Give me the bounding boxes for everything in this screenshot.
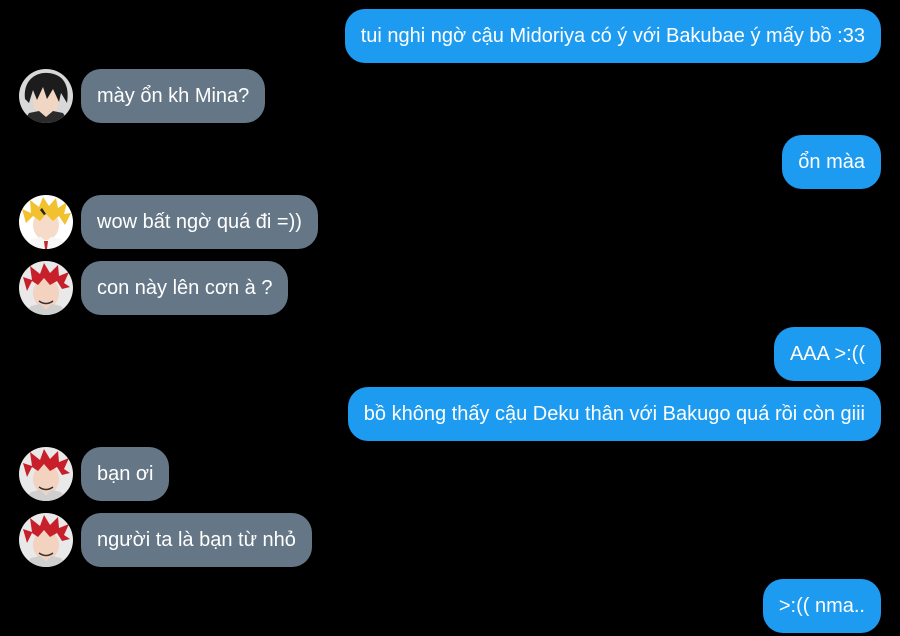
message-text: AAA >:(( — [789, 343, 865, 365]
message-text: ổn màa — [798, 151, 865, 173]
message-text: người ta là bạn từ nhỏ — [97, 529, 296, 551]
message-text: tui nghi ngờ cậu Midoriya có ý với Bakub… — [360, 25, 865, 47]
message-text: wow bất ngờ quá đi =)) — [97, 211, 302, 233]
red-hair-avatar[interactable] — [19, 261, 73, 315]
message-bubble-sent[interactable]: AAA >:(( — [773, 327, 881, 381]
message-text: bồ không thấy cậu Deku thân với Bakugo q… — [363, 403, 865, 425]
message-bubble-sent[interactable]: tui nghi ngờ cậu Midoriya có ý với Bakub… — [344, 9, 881, 63]
message-text: con này lên cơn à ? — [97, 277, 273, 299]
message-bubble-received[interactable]: mày ổn kh Mina? — [81, 69, 266, 123]
dark-hair-avatar[interactable] — [19, 69, 73, 123]
blonde-hair-avatar[interactable] — [19, 195, 73, 249]
message-bubble-received[interactable]: bạn ơi — [81, 447, 170, 501]
message-bubble-sent[interactable]: >:(( nma.. — [762, 579, 881, 633]
message-text: mày ổn kh Mina? — [97, 85, 250, 107]
message-text: >:(( nma.. — [778, 595, 865, 617]
red-hair-avatar[interactable] — [19, 513, 73, 567]
message-bubble-received[interactable]: wow bất ngờ quá đi =)) — [81, 195, 318, 249]
message-bubble-received[interactable]: người ta là bạn từ nhỏ — [81, 513, 312, 567]
message-text: bạn ơi — [97, 463, 154, 485]
message-bubble-received[interactable]: con này lên cơn à ? — [81, 261, 289, 315]
message-bubble-sent[interactable]: ổn màa — [782, 135, 881, 189]
red-hair-avatar[interactable] — [19, 447, 73, 501]
message-bubble-sent[interactable]: bồ không thấy cậu Deku thân với Bakugo q… — [347, 387, 881, 441]
